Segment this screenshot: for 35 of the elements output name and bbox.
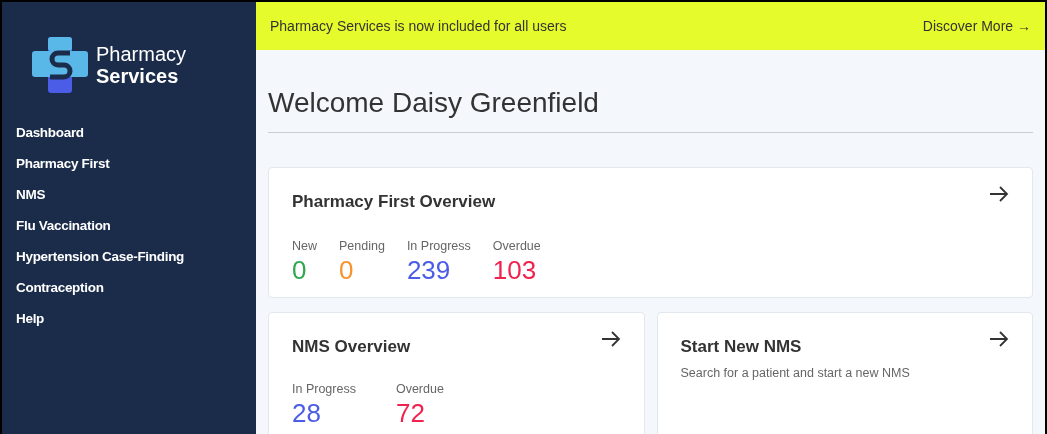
stat-label: Pending: [339, 237, 385, 255]
stat-label: In Progress: [406, 237, 471, 255]
sidebar-item[interactable]: Contraception: [2, 273, 256, 304]
stat-label: In Progress: [292, 380, 356, 398]
welcome-heading: Welcome Daisy Greenfield: [268, 82, 1033, 133]
arrow-right-icon[interactable]: [989, 186, 1009, 202]
sidebar-item[interactable]: Flu Vaccination: [2, 211, 256, 242]
stat-label: Overdue: [492, 237, 541, 255]
discover-more-link[interactable]: Discover More →: [922, 15, 1031, 37]
banner-message: Pharmacy Services is now included for all users: [270, 16, 567, 36]
stat-value: 0: [339, 255, 355, 286]
stat-value: 239: [406, 255, 452, 286]
card-title: Pharmacy First Overview: [292, 191, 496, 213]
logo-text: Services: [96, 64, 179, 87]
stat-value: 0: [292, 255, 308, 286]
logo-icon: [32, 36, 88, 93]
arrow-right-icon[interactable]: [989, 331, 1009, 347]
sidebar-item[interactable]: Hypertension Case-Finding: [2, 242, 256, 273]
sidebar-item[interactable]: Dashboard: [2, 118, 256, 149]
stat-label: Overdue: [395, 380, 444, 398]
card-title: Start New NMS: [680, 336, 802, 358]
stat-value: 103: [492, 255, 538, 286]
overview-card[interactable]: NMS Overview In Progress 28 Overdue 72: [268, 312, 645, 434]
overview-card[interactable]: Start New NMS Search for a patient and start a new NMS: [656, 312, 1033, 434]
sidebar-item[interactable]: Pharmacy First: [2, 149, 256, 180]
sidebar-item[interactable]: Help: [2, 304, 256, 335]
arrow-right-icon[interactable]: [600, 331, 621, 347]
stat-value: 28: [292, 398, 322, 429]
card-description: Search for a patient and start a new NMS: [680, 364, 911, 382]
overview-card[interactable]: Pharmacy First Overview New 0 Pending 0 In Progress 239 Overdue 103: [268, 167, 1033, 298]
stat-value: 72: [395, 398, 426, 429]
sidebar-item[interactable]: NMS: [2, 180, 256, 211]
card-title: NMS Overview: [292, 336, 411, 358]
logo-text: Pharmacy: [96, 42, 187, 65]
stat-label: New: [292, 237, 317, 255]
